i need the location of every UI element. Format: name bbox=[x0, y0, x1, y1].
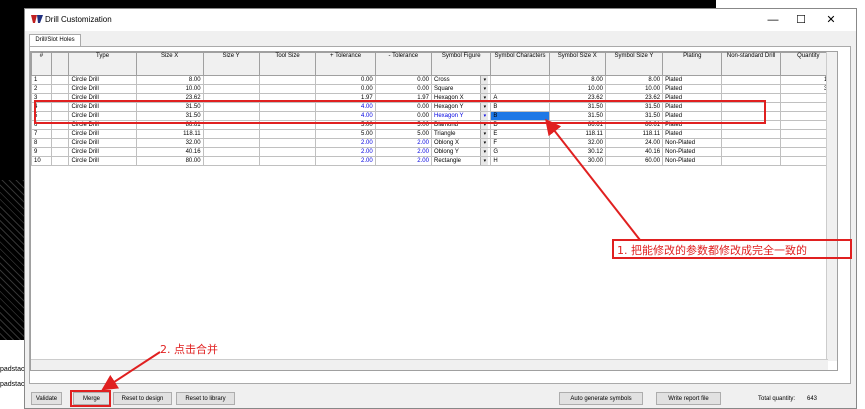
arrow-2 bbox=[101, 351, 161, 391]
arrow-1 bbox=[545, 118, 641, 241]
annotation-arrows bbox=[101, 118, 641, 391]
